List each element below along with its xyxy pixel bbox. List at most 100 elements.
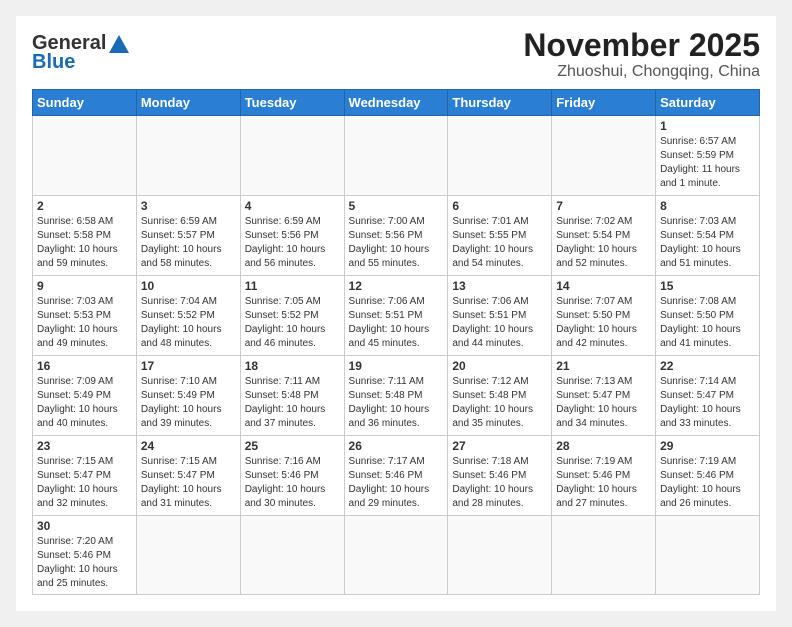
day-number: 17: [141, 359, 236, 373]
calendar-cell: 7 Sunrise: 7:02 AMSunset: 5:54 PMDaylight…: [552, 196, 656, 276]
day-info: Sunrise: 7:02 AMSunset: 5:54 PMDaylight:…: [556, 215, 651, 271]
day-number: 14: [556, 279, 651, 293]
title-area: November 2025 Zhuoshui, Chongqing, China: [523, 28, 760, 81]
calendar-cell: 19 Sunrise: 7:11 AMSunset: 5:48 PMDayligh…: [344, 356, 448, 436]
calendar-week-row: 16Sunrise: 7:09 AMSunset: 5:49 PMDayligh…: [33, 356, 760, 436]
weekday-header-sunday: Sunday: [33, 90, 137, 116]
calendar-cell: 28Sunrise: 7:19 AMSunset: 5:46 PMDayligh…: [552, 436, 656, 516]
calendar-cell: [552, 516, 656, 595]
day-number: 3: [141, 199, 236, 213]
day-info: Sunrise: 7:03 AMSunset: 5:54 PMDaylight:…: [660, 215, 755, 271]
day-number: 29: [660, 439, 755, 453]
calendar-cell: [448, 516, 552, 595]
day-info: Sunrise: 7:05 AMSunset: 5:52 PMDaylight:…: [245, 295, 340, 351]
calendar-cell: 21 Sunrise: 7:13 AMSunset: 5:47 PMDayligh…: [552, 356, 656, 436]
weekday-header-thursday: Thursday: [448, 90, 552, 116]
logo-triangle-icon: [106, 33, 130, 55]
day-number: 21: [556, 359, 651, 373]
calendar-cell: [33, 116, 137, 196]
day-number: 18: [245, 359, 340, 373]
weekday-header-monday: Monday: [136, 90, 240, 116]
day-number: 19: [349, 359, 444, 373]
calendar-cell: [136, 116, 240, 196]
day-number: 23: [37, 439, 132, 453]
day-info: Sunrise: 6:58 AMSunset: 5:58 PMDaylight:…: [37, 215, 132, 271]
weekday-header-friday: Friday: [552, 90, 656, 116]
calendar-cell: 24 Sunrise: 7:15 AMSunset: 5:47 PMDayligh…: [136, 436, 240, 516]
day-info: Sunrise: 7:15 AMSunset: 5:47 PMDaylight:…: [37, 455, 132, 511]
day-number: 22: [660, 359, 755, 373]
day-number: 27: [452, 439, 547, 453]
calendar-cell: 9Sunrise: 7:03 AMSunset: 5:53 PMDaylight…: [33, 276, 137, 356]
day-info: Sunrise: 7:14 AMSunset: 5:47 PMDaylight:…: [660, 375, 755, 431]
day-info: Sunrise: 7:09 AMSunset: 5:49 PMDaylight:…: [37, 375, 132, 431]
day-number: 26: [349, 439, 444, 453]
day-info: Sunrise: 7:10 AMSunset: 5:49 PMDaylight:…: [141, 375, 236, 431]
calendar-cell: 17 Sunrise: 7:10 AMSunset: 5:49 PMDayligh…: [136, 356, 240, 436]
day-number: 15: [660, 279, 755, 293]
weekday-header-saturday: Saturday: [656, 90, 760, 116]
day-number: 25: [245, 439, 340, 453]
day-number: 20: [452, 359, 547, 373]
day-info: Sunrise: 7:15 AMSunset: 5:47 PMDaylight:…: [141, 455, 236, 511]
location-text: Zhuoshui, Chongqing, China: [523, 63, 760, 81]
calendar-week-row: 23 Sunrise: 7:15 AMSunset: 5:47 PMDayligh…: [33, 436, 760, 516]
day-number: 7: [556, 199, 651, 213]
day-info: Sunrise: 7:19 AMSunset: 5:46 PMDaylight:…: [660, 455, 755, 511]
calendar-cell: [240, 116, 344, 196]
day-number: 28: [556, 439, 651, 453]
day-info: Sunrise: 7:03 AMSunset: 5:53 PMDaylight:…: [37, 295, 132, 351]
calendar-table: SundayMondayTuesdayWednesdayThursdayFrid…: [32, 89, 760, 595]
calendar-cell: 11Sunrise: 7:05 AMSunset: 5:52 PMDayligh…: [240, 276, 344, 356]
calendar-cell: 30 Sunrise: 7:20 AMSunset: 5:46 PMDayligh…: [33, 516, 137, 595]
day-info: Sunrise: 7:08 AMSunset: 5:50 PMDaylight:…: [660, 295, 755, 351]
day-info: Sunrise: 7:06 AMSunset: 5:51 PMDaylight:…: [349, 295, 444, 351]
calendar-cell: 3 Sunrise: 6:59 AMSunset: 5:57 PMDaylight…: [136, 196, 240, 276]
day-info: Sunrise: 7:11 AMSunset: 5:48 PMDaylight:…: [349, 375, 444, 431]
calendar-cell: 5Sunrise: 7:00 AMSunset: 5:56 PMDaylight…: [344, 196, 448, 276]
day-info: Sunrise: 7:17 AMSunset: 5:46 PMDaylight:…: [349, 455, 444, 511]
calendar-cell: 18Sunrise: 7:11 AMSunset: 5:48 PMDayligh…: [240, 356, 344, 436]
day-info: Sunrise: 7:01 AMSunset: 5:55 PMDaylight:…: [452, 215, 547, 271]
day-info: Sunrise: 7:20 AMSunset: 5:46 PMDaylight:…: [37, 535, 132, 591]
day-number: 6: [452, 199, 547, 213]
weekday-header-row: SundayMondayTuesdayWednesdayThursdayFrid…: [33, 90, 760, 116]
calendar-cell: 25 Sunrise: 7:16 AMSunset: 5:46 PMDayligh…: [240, 436, 344, 516]
calendar-cell: 29 Sunrise: 7:19 AMSunset: 5:46 PMDayligh…: [656, 436, 760, 516]
day-info: Sunrise: 7:07 AMSunset: 5:50 PMDaylight:…: [556, 295, 651, 351]
calendar-cell: 1Sunrise: 6:57 AMSunset: 5:59 PMDaylight…: [656, 116, 760, 196]
month-title: November 2025: [523, 28, 760, 63]
calendar-container: General Blue November 2025 Zhuoshui, Cho…: [16, 16, 776, 611]
calendar-cell: [136, 516, 240, 595]
day-number: 24: [141, 439, 236, 453]
calendar-week-row: 9Sunrise: 7:03 AMSunset: 5:53 PMDaylight…: [33, 276, 760, 356]
calendar-cell: 4Sunrise: 6:59 AMSunset: 5:56 PMDaylight…: [240, 196, 344, 276]
calendar-cell: 26 Sunrise: 7:17 AMSunset: 5:46 PMDayligh…: [344, 436, 448, 516]
day-number: 4: [245, 199, 340, 213]
day-info: Sunrise: 6:59 AMSunset: 5:57 PMDaylight:…: [141, 215, 236, 271]
day-number: 2: [37, 199, 132, 213]
calendar-cell: 12Sunrise: 7:06 AMSunset: 5:51 PMDayligh…: [344, 276, 448, 356]
calendar-cell: [656, 516, 760, 595]
day-info: Sunrise: 7:13 AMSunset: 5:47 PMDaylight:…: [556, 375, 651, 431]
calendar-week-row: 2 Sunrise: 6:58 AMSunset: 5:58 PMDaylight…: [33, 196, 760, 276]
calendar-cell: 27Sunrise: 7:18 AMSunset: 5:46 PMDayligh…: [448, 436, 552, 516]
day-number: 30: [37, 519, 132, 533]
calendar-cell: [344, 516, 448, 595]
logo: General Blue: [32, 28, 130, 74]
calendar-cell: 13Sunrise: 7:06 AMSunset: 5:51 PMDayligh…: [448, 276, 552, 356]
day-number: 5: [349, 199, 444, 213]
calendar-cell: 10Sunrise: 7:04 AMSunset: 5:52 PMDayligh…: [136, 276, 240, 356]
calendar-cell: [240, 516, 344, 595]
calendar-cell: 8 Sunrise: 7:03 AMSunset: 5:54 PMDaylight…: [656, 196, 760, 276]
calendar-cell: 23 Sunrise: 7:15 AMSunset: 5:47 PMDayligh…: [33, 436, 137, 516]
day-info: Sunrise: 7:16 AMSunset: 5:46 PMDaylight:…: [245, 455, 340, 511]
day-number: 10: [141, 279, 236, 293]
calendar-cell: 20 Sunrise: 7:12 AMSunset: 5:48 PMDayligh…: [448, 356, 552, 436]
calendar-week-row: 1Sunrise: 6:57 AMSunset: 5:59 PMDaylight…: [33, 116, 760, 196]
day-number: 1: [660, 119, 755, 133]
weekday-header-wednesday: Wednesday: [344, 90, 448, 116]
day-info: Sunrise: 7:06 AMSunset: 5:51 PMDaylight:…: [452, 295, 547, 351]
day-number: 8: [660, 199, 755, 213]
day-info: Sunrise: 7:12 AMSunset: 5:48 PMDaylight:…: [452, 375, 547, 431]
